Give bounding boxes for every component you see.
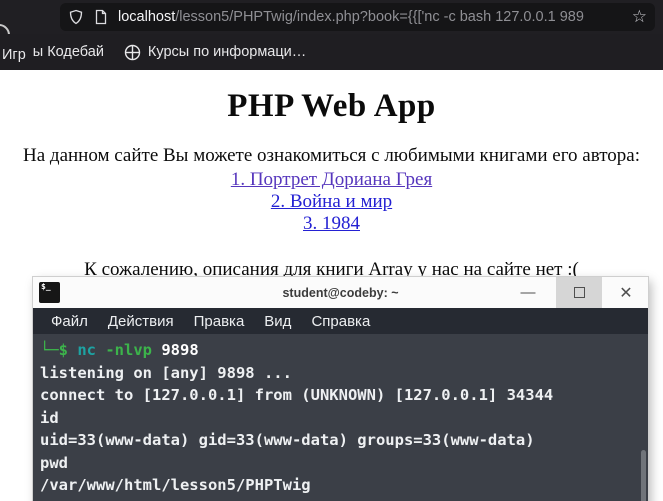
terminal-line: uid=33(www-data) gid=33(www-data) groups…: [40, 431, 535, 449]
url-host: localhost: [118, 9, 176, 25]
page-title: PHP Web App: [227, 88, 436, 124]
menu-edit[interactable]: Правка: [184, 313, 255, 330]
menu-file[interactable]: Файл: [41, 313, 98, 330]
bookmark-label-part: ы Кодебай: [32, 44, 104, 60]
page-info-icon[interactable]: [93, 9, 109, 25]
intro-text: На данном сайте Вы можете ознакомиться с…: [23, 145, 640, 166]
terminal-line: /var/www/html/lesson5/PHPTwig: [40, 476, 311, 494]
command-args: -nlvp: [105, 341, 162, 359]
bookmark-item-games[interactable]: Игр ы Кодебай: [0, 34, 114, 70]
terminal-line: connect to [127.0.0.1] from (UNKNOWN) [1…: [40, 386, 554, 404]
url-bar[interactable]: localhost/lesson5/PHPTwig/index.php?book…: [60, 3, 655, 31]
browser-toolbar: localhost/lesson5/PHPTwig/index.php?book…: [0, 0, 663, 46]
bookmark-item-courses[interactable]: Курсы по информаци…: [114, 34, 316, 70]
shell-prompt: └─$: [40, 341, 78, 359]
terminal-line: pwd: [40, 453, 68, 472]
book-link-war-and-peace[interactable]: 2. Война и мир: [0, 191, 663, 213]
command-nc: nc: [77, 341, 106, 359]
maximize-icon: [573, 287, 585, 298]
screen: localhost/lesson5/PHPTwig/index.php?book…: [0, 0, 663, 501]
terminal-scrollbar-thumb[interactable]: [641, 450, 646, 501]
url-path: /lesson5/PHPTwig/index.php?book={{['nc -…: [175, 9, 584, 25]
terminal-menubar: Файл Действия Правка Вид Справка: [33, 308, 648, 334]
menu-help[interactable]: Справка: [301, 313, 380, 330]
book-link-1984[interactable]: 3. 1984: [0, 213, 663, 235]
url-text[interactable]: localhost/lesson5/PHPTwig/index.php?book…: [118, 9, 647, 25]
terminal-line: ^C: [40, 497, 640, 501]
close-button[interactable]: ✕: [606, 277, 646, 308]
terminal-line: listening on [any] 9898 ...: [40, 363, 292, 382]
command-port: 9898: [161, 341, 199, 359]
bookmark-star-icon[interactable]: ☆: [632, 7, 647, 27]
bookmark-label-part: Игр: [2, 47, 26, 63]
terminal-prompt-line: └─$ nc -nlvp 9898: [40, 339, 640, 362]
menu-actions[interactable]: Действия: [98, 313, 184, 330]
terminal-window: $_ student@codeby: ~ — ✕ Файл Действия П…: [33, 277, 648, 501]
globe-icon: [124, 44, 141, 60]
terminal-line: id: [40, 408, 59, 427]
shield-icon[interactable]: [68, 9, 84, 25]
terminal-app-icon: $_: [39, 282, 60, 303]
minimize-button[interactable]: —: [508, 277, 548, 308]
terminal-output-area[interactable]: └─$ nc -nlvp 9898 listening on [any] 989…: [33, 334, 648, 501]
book-link-dorian-gray[interactable]: 1. Портрет Дориана Грея: [0, 169, 663, 191]
bookmark-label: Курсы по информаци…: [147, 44, 307, 60]
maximize-button[interactable]: [556, 277, 602, 308]
terminal-titlebar[interactable]: $_ student@codeby: ~ — ✕: [33, 277, 648, 308]
bookmarks-bar: Игр ы Кодебай Курсы по информаци…: [0, 34, 663, 70]
menu-view[interactable]: Вид: [254, 313, 301, 330]
